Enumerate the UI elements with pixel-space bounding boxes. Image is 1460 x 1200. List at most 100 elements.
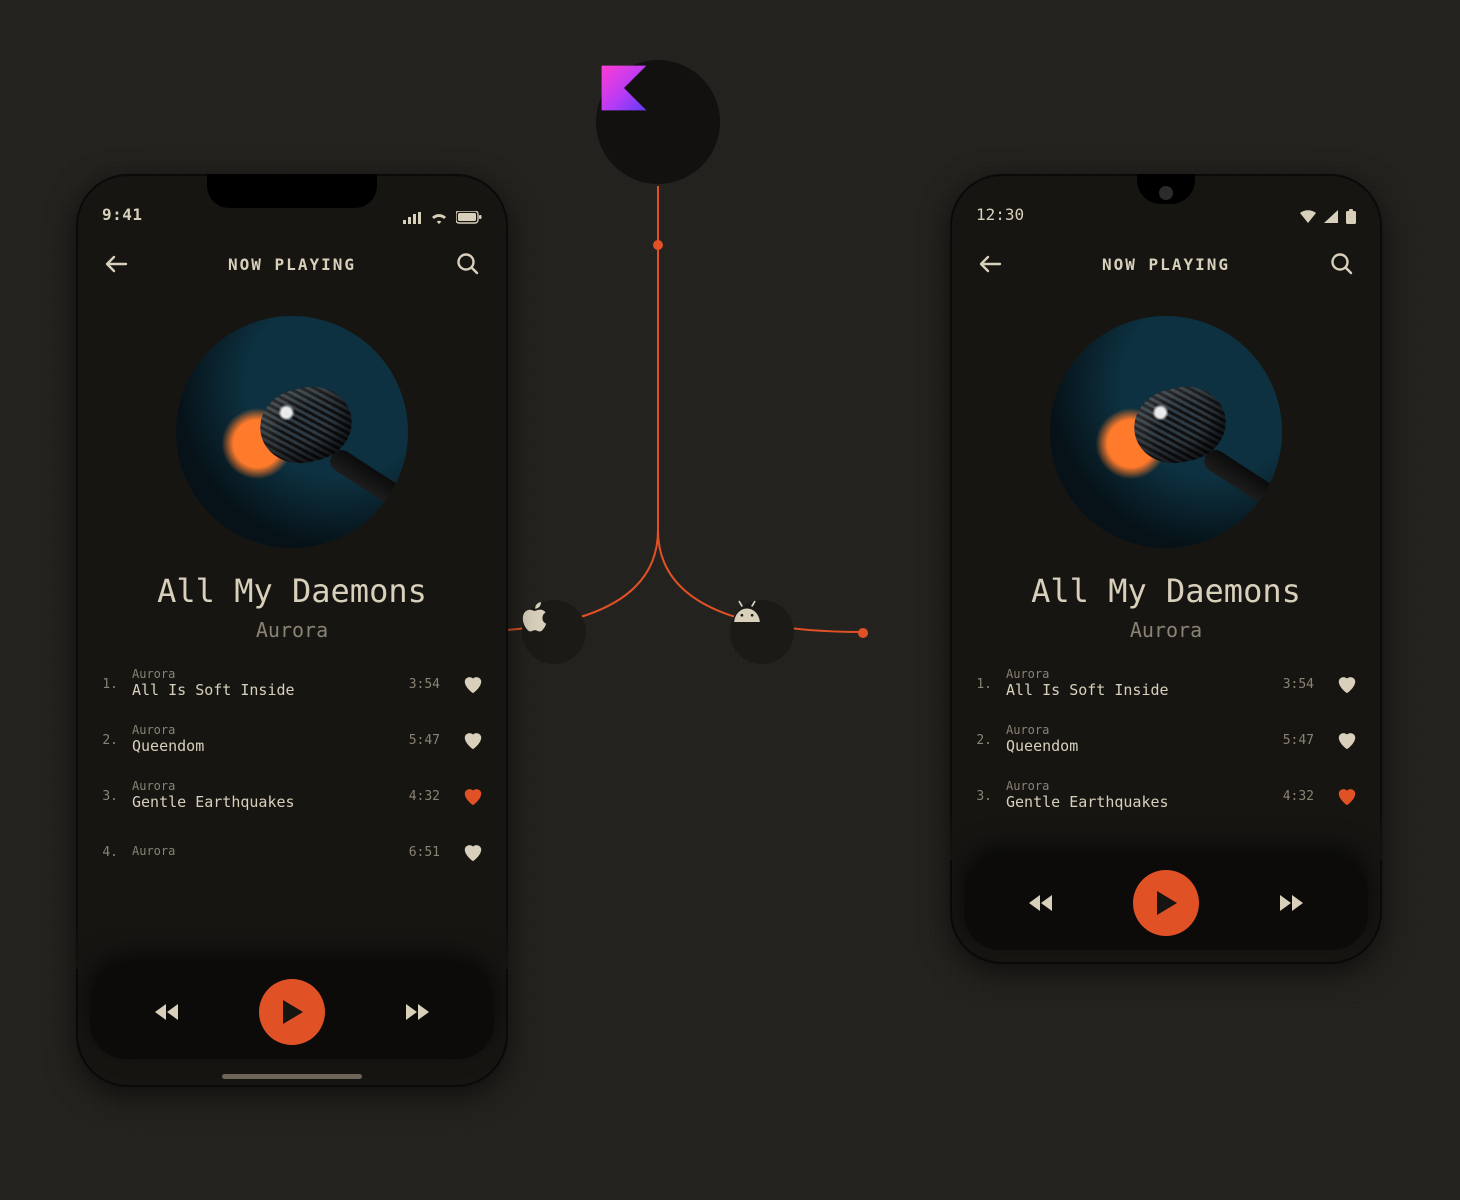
skip-forward-icon — [402, 1002, 430, 1022]
track-row[interactable]: 1. AuroraAll Is Soft Inside 3:54 — [96, 656, 488, 712]
search-icon — [1330, 252, 1354, 276]
track-name: Gentle Earthquakes — [1006, 793, 1256, 813]
heart-icon — [1336, 729, 1358, 751]
play-button[interactable] — [1133, 870, 1199, 936]
track-index: 3. — [96, 789, 118, 804]
track-meta: AuroraQueendom — [132, 724, 382, 757]
prev-button[interactable] — [1024, 885, 1060, 921]
prev-button[interactable] — [150, 994, 186, 1030]
battery-icon — [456, 211, 482, 224]
track-duration: 4:32 — [1270, 789, 1314, 804]
track-index: 1. — [96, 677, 118, 692]
album-art — [176, 316, 408, 548]
wifi-icon — [430, 211, 448, 224]
apple-badge — [522, 600, 586, 664]
favorite-button[interactable] — [1332, 725, 1362, 755]
track-row[interactable]: 3. AuroraGentle Earthquakes 4:32 — [970, 768, 1362, 824]
heart-icon — [462, 841, 484, 863]
play-button[interactable] — [259, 979, 325, 1045]
track-name: Gentle Earthquakes — [132, 793, 382, 813]
search-button[interactable] — [450, 246, 486, 282]
track-name: All Is Soft Inside — [1006, 681, 1256, 701]
track-duration: 6:51 — [396, 845, 440, 860]
track-artist: Aurora — [1006, 780, 1256, 793]
track-row[interactable]: 2. AuroraQueendom 5:47 — [96, 712, 488, 768]
search-button[interactable] — [1324, 246, 1360, 282]
home-indicator[interactable] — [222, 1074, 362, 1079]
battery-icon — [1346, 209, 1356, 224]
track-duration: 3:54 — [396, 677, 440, 692]
transport-bar — [90, 965, 494, 1059]
next-button[interactable] — [398, 994, 434, 1030]
heart-icon — [1336, 785, 1358, 807]
heart-icon — [1336, 673, 1358, 695]
song-artist: Aurora — [76, 618, 508, 642]
track-duration: 5:47 — [1270, 733, 1314, 748]
next-button[interactable] — [1272, 885, 1308, 921]
ios-clock: 9:41 — [102, 205, 143, 224]
arrow-left-icon — [104, 254, 128, 274]
heart-icon — [462, 785, 484, 807]
favorite-button[interactable] — [458, 669, 488, 699]
ios-tracklist[interactable]: 1.AuroraAll Is Soft Inside3:542.AuroraQu… — [76, 656, 508, 880]
back-button[interactable] — [98, 246, 134, 282]
android-topbar: NOW PLAYING — [950, 230, 1382, 290]
song-title: All My Daemons — [950, 572, 1382, 610]
song-title: All My Daemons — [76, 572, 508, 610]
track-row[interactable]: 2. AuroraQueendom 5:47 — [970, 712, 1362, 768]
track-index: 2. — [96, 733, 118, 748]
back-button[interactable] — [972, 246, 1008, 282]
play-icon — [279, 998, 305, 1026]
track-artist: Aurora — [132, 845, 382, 858]
ios-topbar: NOW PLAYING — [76, 230, 508, 290]
track-artist: Aurora — [132, 724, 382, 737]
track-meta: AuroraQueendom — [1006, 724, 1256, 757]
favorite-button[interactable] — [458, 781, 488, 811]
track-artist: Aurora — [132, 668, 382, 681]
song-artist: Aurora — [950, 618, 1382, 642]
track-meta: AuroraAll Is Soft Inside — [1006, 668, 1256, 701]
connector-dot-right — [858, 628, 868, 638]
kotlin-icon — [596, 60, 652, 116]
skip-back-icon — [154, 1002, 182, 1022]
album-art-mic-body — [326, 446, 408, 548]
track-meta: AuroraGentle Earthquakes — [1006, 780, 1256, 813]
track-artist: Aurora — [1006, 724, 1256, 737]
heart-icon — [462, 673, 484, 695]
track-index: 1. — [970, 677, 992, 692]
favorite-button[interactable] — [1332, 781, 1362, 811]
search-icon — [456, 252, 480, 276]
skip-back-icon — [1028, 893, 1056, 913]
track-artist: Aurora — [132, 780, 382, 793]
skip-forward-icon — [1276, 893, 1304, 913]
track-duration: 4:32 — [396, 789, 440, 804]
track-duration: 5:47 — [396, 733, 440, 748]
heart-icon — [462, 729, 484, 751]
track-name: Queendom — [132, 737, 382, 757]
transport-bar — [964, 856, 1368, 950]
track-name: Queendom — [1006, 737, 1256, 757]
favorite-button[interactable] — [458, 725, 488, 755]
connector-graphic — [452, 60, 864, 700]
track-index: 2. — [970, 733, 992, 748]
android-badge — [730, 600, 794, 664]
track-index: 4. — [96, 845, 118, 860]
cellular-icon — [402, 212, 422, 224]
track-artist: Aurora — [1006, 668, 1256, 681]
favorite-button[interactable] — [1332, 669, 1362, 699]
page-title: NOW PLAYING — [1102, 255, 1230, 274]
track-row[interactable]: 3. AuroraGentle Earthquakes 4:32 — [96, 768, 488, 824]
album-art-mic-body — [1200, 446, 1282, 548]
track-meta: AuroraAll Is Soft Inside — [132, 668, 382, 701]
apple-icon — [522, 600, 552, 634]
favorite-button[interactable] — [458, 837, 488, 867]
track-name: All Is Soft Inside — [132, 681, 382, 701]
track-row[interactable]: 1.AuroraAll Is Soft Inside3:54 — [970, 656, 1362, 712]
track-index: 3. — [970, 789, 992, 804]
arrow-left-icon — [978, 254, 1002, 274]
play-icon — [1153, 889, 1179, 917]
track-row[interactable]: 4. Aurora 6:51 — [96, 824, 488, 880]
android-icon — [730, 600, 764, 622]
android-phone-frame: 12:30 NOW PLAYING All My Daemons Aurora … — [950, 174, 1382, 964]
android-tracklist[interactable]: 1.AuroraAll Is Soft Inside3:542.AuroraQu… — [950, 656, 1382, 824]
